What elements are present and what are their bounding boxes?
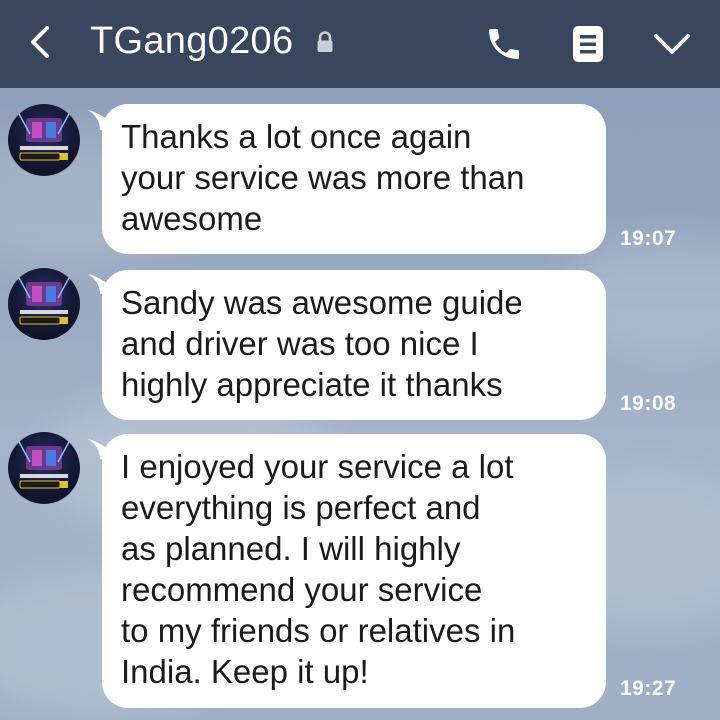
message-timestamp: 19:27: [620, 677, 677, 700]
call-button[interactable]: [480, 20, 528, 68]
message-bubble[interactable]: Thanks a lot once again your service was…: [102, 104, 606, 254]
chat-title[interactable]: TGang0206: [90, 16, 293, 66]
chevron-left-icon: [31, 26, 49, 58]
message-timestamp: 19:08: [620, 392, 677, 415]
message-timestamp: 19:07: [620, 227, 677, 250]
lock-icon: [316, 31, 334, 53]
chevron-down-icon: [654, 34, 690, 54]
avatar[interactable]: [8, 268, 80, 340]
menu-toggle-button[interactable]: [648, 22, 696, 66]
back-button[interactable]: [18, 20, 62, 64]
phone-icon: [489, 29, 519, 59]
avatar[interactable]: [8, 432, 80, 504]
avatar[interactable]: [8, 104, 80, 176]
message-bubble[interactable]: I enjoyed your service a lot everything …: [102, 434, 606, 708]
message-bubble[interactable]: Sandy was awesome guide and driver was t…: [102, 270, 606, 420]
chat-header: TGang0206: [0, 0, 720, 88]
notes-icon: [573, 26, 603, 62]
notes-button[interactable]: [566, 20, 610, 68]
